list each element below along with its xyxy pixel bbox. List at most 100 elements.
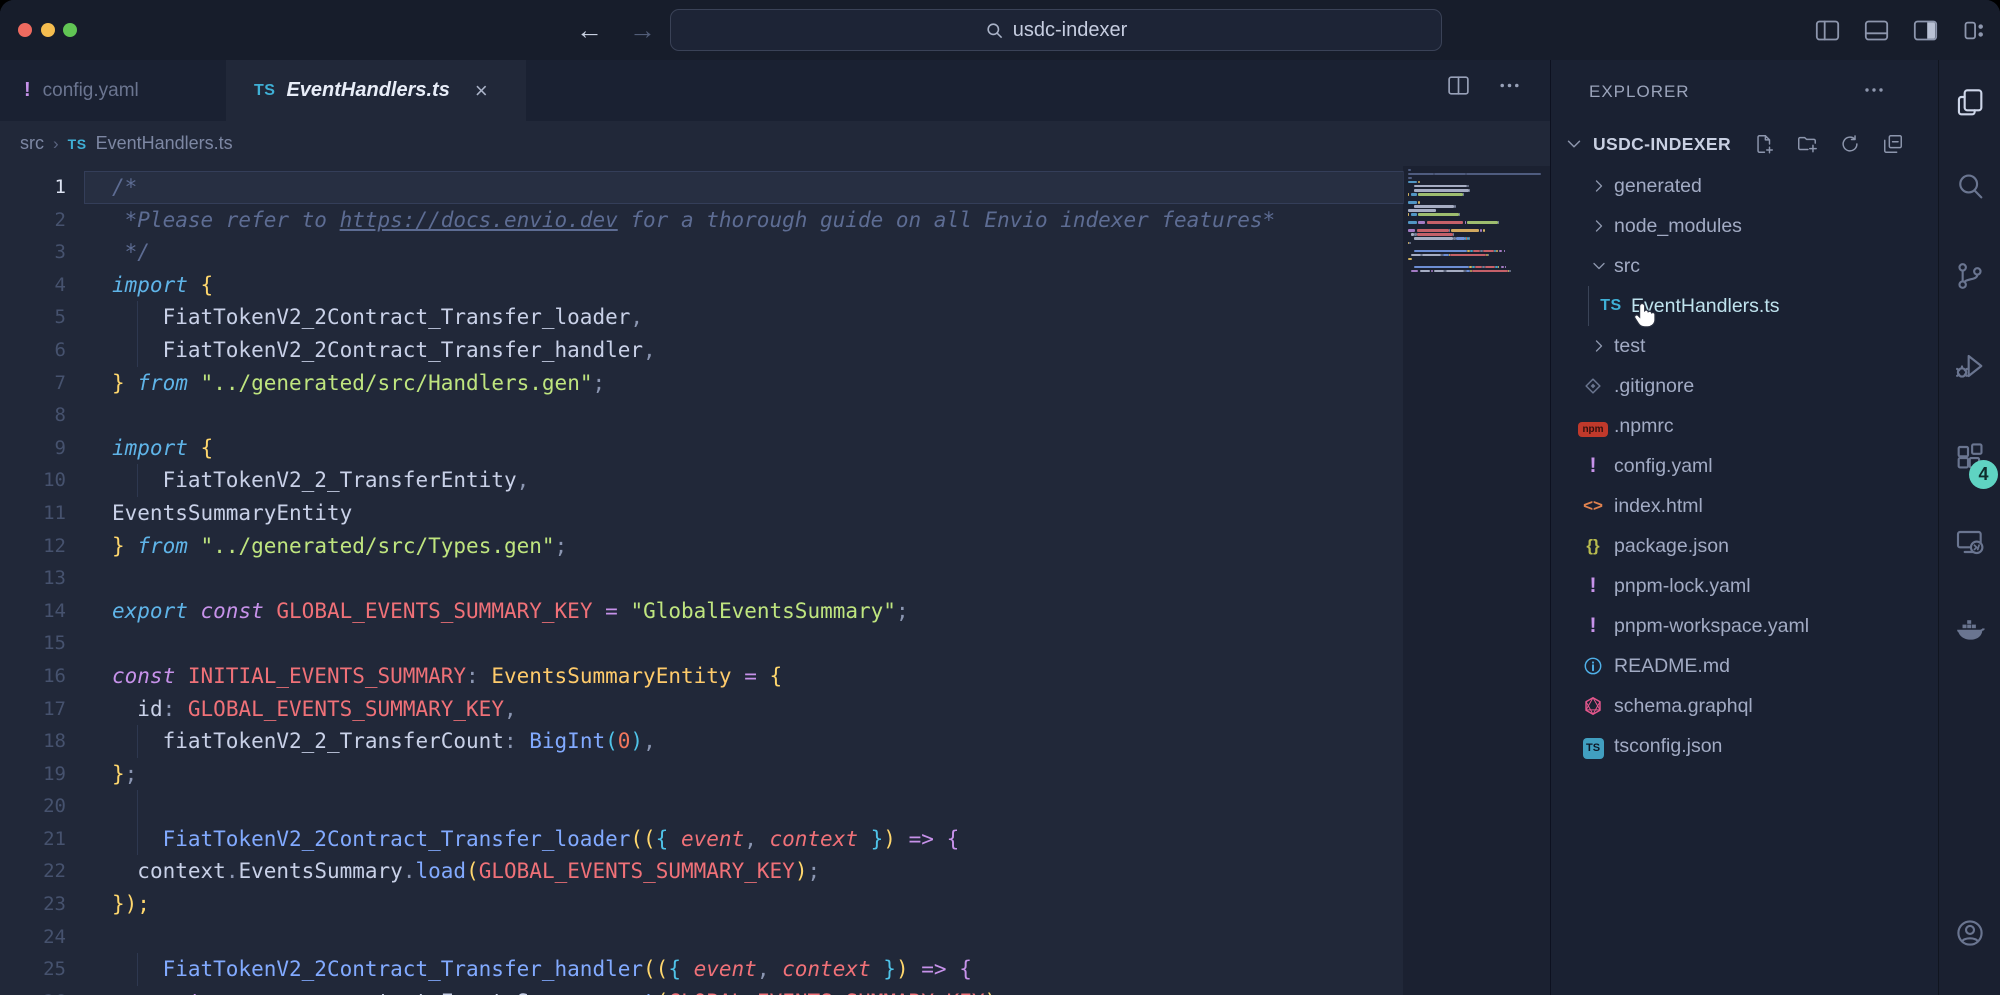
- tree-item-schema-graphql[interactable]: schema.graphql: [1551, 686, 1938, 726]
- code-token-pr: event: [694, 957, 757, 981]
- code-line[interactable]: [0, 399, 1550, 432]
- yaml-warning-icon: !: [1577, 614, 1609, 638]
- activity-extensions-icon[interactable]: 4: [1939, 429, 2000, 485]
- code-token-b1: }: [112, 762, 125, 786]
- code-token-pl: [188, 599, 201, 623]
- code-line[interactable]: export const GLOBAL_EVENTS_SUMMARY_KEY =…: [0, 595, 1550, 628]
- code-token-b2: }: [858, 827, 883, 851]
- code-token-pl: [934, 827, 947, 851]
- breadcrumb: src › TS EventHandlers.ts: [0, 121, 1550, 166]
- code-line[interactable]: } from "../generated/src/Handlers.gen";: [0, 367, 1550, 400]
- tab-eventhandlers-ts[interactable]: TS EventHandlers.ts ×: [226, 60, 526, 121]
- code-line[interactable]: FiatTokenV2_2Contract_Transfer_handler((…: [0, 953, 1550, 986]
- code-line[interactable]: /*: [0, 171, 1550, 204]
- code-token-op: =>: [921, 957, 946, 981]
- forward-icon[interactable]: →: [629, 13, 656, 47]
- code-editor[interactable]: 1234567891011121314151617181920212223242…: [0, 166, 1550, 995]
- back-icon[interactable]: ←: [576, 13, 603, 47]
- code-token-s: "../generated/src/Types.gen": [201, 534, 555, 558]
- layout-sidebar-icon[interactable]: [1814, 17, 1841, 44]
- code-token-pl: [112, 697, 137, 721]
- zoom-button[interactable]: [63, 23, 77, 37]
- code-token-pu: .: [226, 859, 239, 883]
- code-token-pl: [757, 664, 770, 688]
- code-line[interactable]: FiatTokenV2_2_TransferEntity,: [0, 464, 1550, 497]
- code-line[interactable]: id: GLOBAL_EVENTS_SUMMARY_KEY,: [0, 693, 1550, 726]
- activity-docker-icon[interactable]: [1939, 601, 2000, 657]
- tree-item-index-html[interactable]: <>index.html: [1551, 486, 1938, 526]
- code-token-pl: [125, 371, 138, 395]
- code-token-cn: GLOBAL_EVENTS_SUMMARY_KEY: [668, 990, 984, 995]
- activity-search-icon[interactable]: [1939, 158, 2000, 214]
- code-line[interactable]: FiatTokenV2_2Contract_Transfer_loader(({…: [0, 823, 1550, 856]
- tree-item-node-modules[interactable]: node_modules: [1551, 206, 1938, 246]
- project-section-header[interactable]: USDC-INDEXER: [1551, 124, 1938, 164]
- minimize-button[interactable]: [41, 23, 55, 37]
- activity-account-icon[interactable]: [1939, 905, 2000, 961]
- code-token-kw: import: [112, 436, 188, 460]
- new-folder-icon[interactable]: [1796, 133, 1818, 155]
- minimap[interactable]: [1408, 168, 1548, 273]
- code-line[interactable]: *Please refer to https://docs.envio.dev …: [0, 204, 1550, 237]
- new-file-icon[interactable]: [1753, 133, 1775, 155]
- code-token-cm: *Please refer to: [112, 208, 340, 232]
- code-line[interactable]: const summary = context.EventsSummary.ge…: [0, 986, 1550, 995]
- code-line[interactable]: FiatTokenV2_2Contract_Transfer_handler,: [0, 334, 1550, 367]
- code-line[interactable]: [0, 790, 1550, 823]
- more-actions-icon[interactable]: [1497, 73, 1522, 98]
- close-button[interactable]: [18, 23, 32, 37]
- close-tab-icon[interactable]: ×: [475, 78, 488, 104]
- tree-item-generated[interactable]: generated: [1551, 166, 1938, 206]
- breadcrumb-file[interactable]: EventHandlers.ts: [96, 133, 233, 154]
- collapse-all-icon[interactable]: [1882, 133, 1904, 155]
- activity-remote-explorer-icon[interactable]: [1939, 514, 2000, 570]
- code-token-pr: context: [782, 957, 871, 981]
- code-line[interactable]: import {: [0, 432, 1550, 465]
- code-token-cm: /*: [112, 175, 137, 199]
- code-token-cn: INITIAL_EVENTS_SUMMARY: [188, 664, 466, 688]
- layout-sidebar-right-icon[interactable]: [1912, 17, 1939, 44]
- tree-item-src[interactable]: src: [1551, 246, 1938, 286]
- code-line[interactable]: EventsSummaryEntity: [0, 497, 1550, 530]
- tree-item-pnpm-workspace-yaml[interactable]: !pnpm-workspace.yaml: [1551, 606, 1938, 646]
- tree-item-pnpm-lock-yaml[interactable]: !pnpm-lock.yaml: [1551, 566, 1938, 606]
- code-line[interactable]: [0, 627, 1550, 660]
- code-token-v: summary: [213, 990, 302, 995]
- tree-item--gitignore[interactable]: .gitignore: [1551, 366, 1938, 406]
- breadcrumb-folder[interactable]: src: [20, 133, 44, 154]
- split-editor-icon[interactable]: [1446, 73, 1471, 98]
- tree-item-tsconfig-json[interactable]: TStsconfig.json: [1551, 726, 1938, 766]
- code-line[interactable]: [0, 921, 1550, 954]
- tab-config-yaml[interactable]: ! config.yaml: [0, 60, 212, 121]
- layout-customize-icon[interactable]: [1961, 17, 1988, 44]
- code-line[interactable]: } from "../generated/src/Types.gen";: [0, 530, 1550, 563]
- code-token-pl: [479, 664, 492, 688]
- code-token-pl: [188, 436, 201, 460]
- code-line[interactable]: import {: [0, 269, 1550, 302]
- code-line[interactable]: context.EventsSummary.load(GLOBAL_EVENTS…: [0, 855, 1550, 888]
- code-line[interactable]: FiatTokenV2_2Contract_Transfer_loader,: [0, 301, 1550, 334]
- activity-run-debug-icon[interactable]: [1939, 338, 2000, 394]
- code-token-b1: ): [896, 957, 909, 981]
- tree-item-readme-md[interactable]: README.md: [1551, 646, 1938, 686]
- activity-files-icon[interactable]: [1939, 75, 2000, 131]
- code-line[interactable]: };: [0, 758, 1550, 791]
- code-line[interactable]: */: [0, 236, 1550, 269]
- refresh-icon[interactable]: [1839, 133, 1861, 155]
- code-line[interactable]: fiatTokenV2_2_TransferCount: BigInt(0),: [0, 725, 1550, 758]
- code-token-pu: ;: [997, 990, 1010, 995]
- layout-panel-icon[interactable]: [1863, 17, 1890, 44]
- code-line[interactable]: const INITIAL_EVENTS_SUMMARY: EventsSumm…: [0, 660, 1550, 693]
- tree-item-eventhandlers-ts[interactable]: TSEventHandlers.ts: [1551, 286, 1938, 326]
- code-line[interactable]: [0, 562, 1550, 595]
- vscode-window: ← → usdc-indexer ! config.yaml TS EventH…: [0, 0, 2000, 995]
- tree-item-test[interactable]: test: [1551, 326, 1938, 366]
- tree-item-config-yaml[interactable]: !config.yaml: [1551, 446, 1938, 486]
- search-input[interactable]: usdc-indexer: [670, 9, 1442, 51]
- tree-item--npmrc[interactable]: npm.npmrc: [1551, 406, 1938, 446]
- more-actions-icon[interactable]: [1862, 78, 1886, 107]
- code-token-b1: ): [883, 827, 896, 851]
- tree-item-package-json[interactable]: {}package.json: [1551, 526, 1938, 566]
- activity-source-control-icon[interactable]: [1939, 248, 2000, 304]
- code-line[interactable]: });: [0, 888, 1550, 921]
